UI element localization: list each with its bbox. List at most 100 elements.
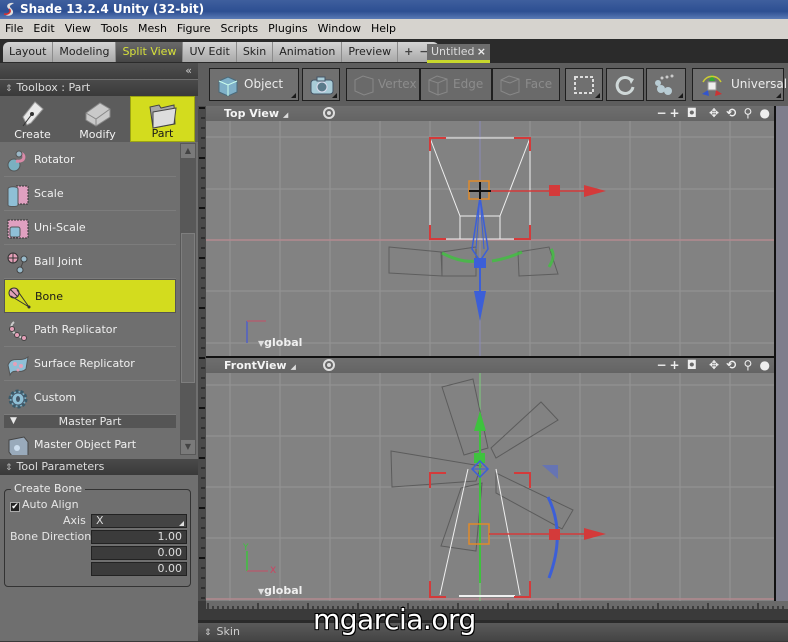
tab-uv-edit[interactable]: UV Edit bbox=[183, 42, 237, 62]
camera-button[interactable] bbox=[302, 68, 340, 101]
scroll-up-icon[interactable]: ▲ bbox=[181, 144, 195, 158]
tool-surface-replicator[interactable]: Surface Replicator bbox=[4, 347, 176, 381]
magnify-icon[interactable]: ⚲ bbox=[744, 106, 753, 121]
rotation-plane-marker bbox=[542, 465, 558, 479]
front-view-viewport[interactable]: FrontView ◢ − + ◘ ✥ ⟲ ⚲ ● Y X ▼global bbox=[206, 358, 776, 601]
collapse-panel-icon[interactable]: « bbox=[185, 64, 192, 77]
tab-split-view[interactable]: Split View bbox=[116, 42, 184, 62]
tab-layout[interactable]: Layout bbox=[3, 42, 54, 62]
menu-tools[interactable]: Tools bbox=[96, 19, 133, 39]
zoom-out-icon[interactable]: − bbox=[656, 358, 666, 373]
mode-create-button[interactable]: Create bbox=[0, 96, 65, 142]
y-rotation-arc bbox=[491, 250, 523, 263]
universal-manipulator-button[interactable]: Universal bbox=[692, 68, 787, 101]
joint-chain-button[interactable] bbox=[646, 68, 686, 101]
tool-master-object-part[interactable]: Master Object Part bbox=[4, 428, 176, 455]
tab-animation[interactable]: Animation bbox=[273, 42, 343, 62]
shading-sphere-icon[interactable]: ● bbox=[760, 358, 770, 373]
camera-icon[interactable]: ◘ bbox=[687, 358, 697, 373]
refresh-button[interactable] bbox=[606, 68, 644, 101]
vertex-mode-button[interactable]: Vertex bbox=[346, 68, 420, 101]
menu-file[interactable]: File bbox=[0, 19, 28, 39]
magnify-icon[interactable]: ⚲ bbox=[744, 358, 753, 373]
target-icon[interactable] bbox=[323, 359, 335, 371]
selection-box-button[interactable] bbox=[565, 68, 603, 101]
pan-icon[interactable]: ✥ bbox=[709, 106, 719, 121]
menu-figure[interactable]: Figure bbox=[172, 19, 216, 39]
zoom-in-icon[interactable]: + bbox=[670, 358, 680, 373]
auto-align-checkbox[interactable]: ✔ Auto Align bbox=[10, 498, 79, 512]
coordinate-system-selector[interactable]: ▼global bbox=[258, 584, 302, 597]
top-view-canvas[interactable] bbox=[206, 121, 776, 356]
toolbox-header[interactable]: ⇕ Toolbox : Part bbox=[0, 80, 198, 96]
mode-modify-button[interactable]: Modify bbox=[65, 96, 130, 142]
document-tab[interactable]: Untitled × bbox=[427, 44, 490, 63]
tool-bone[interactable]: Bone bbox=[4, 279, 176, 313]
orbit-icon[interactable]: ⟲ bbox=[726, 358, 736, 373]
left-panel: « ⇕ Toolbox : Part Create Modify Part Ro… bbox=[0, 63, 198, 641]
menu-mesh[interactable]: Mesh bbox=[133, 19, 172, 39]
scroll-thumb[interactable] bbox=[181, 233, 195, 383]
mode-part-label: Part bbox=[151, 127, 174, 140]
tool-scale-label: Scale bbox=[34, 187, 64, 200]
target-icon[interactable] bbox=[323, 107, 335, 119]
zoom-out-icon[interactable]: − bbox=[656, 106, 666, 121]
skin-panel-header[interactable]: ⇕ Skin bbox=[198, 620, 788, 641]
axis-select[interactable]: X bbox=[91, 514, 187, 528]
tool-bone-label: Bone bbox=[35, 290, 64, 303]
tool-rotator[interactable]: Rotator bbox=[4, 143, 176, 177]
orbit-icon[interactable]: ⟲ bbox=[726, 106, 736, 121]
face-mode-button[interactable]: Face bbox=[492, 68, 560, 101]
top-view-viewport[interactable]: Top View ◢ − + ◘ ✥ ⟲ ⚲ ● ▼global bbox=[206, 106, 776, 356]
create-bone-group: Create Bone ✔ Auto Align Axis X Bone Dire… bbox=[4, 482, 191, 587]
rotator-icon bbox=[7, 150, 26, 172]
vertical-ruler-ticks bbox=[199, 107, 205, 599]
bone-direction-x-field[interactable]: 1.00 bbox=[91, 530, 187, 544]
scroll-down-icon[interactable]: ▼ bbox=[181, 440, 195, 454]
tool-custom[interactable]: Custom bbox=[4, 381, 176, 415]
camera-icon[interactable]: ◘ bbox=[687, 106, 697, 121]
menu-help[interactable]: Help bbox=[366, 19, 401, 39]
menu-window[interactable]: Window bbox=[313, 19, 366, 39]
dropdown-caret-icon bbox=[179, 521, 184, 526]
add-layout-button[interactable]: + bbox=[398, 42, 419, 62]
mode-part-button[interactable]: Part bbox=[130, 96, 195, 142]
tool-ball-joint[interactable]: Ball Joint bbox=[4, 245, 176, 279]
tool-surface-replicator-label: Surface Replicator bbox=[34, 357, 135, 370]
front-view-canvas[interactable]: Y X bbox=[206, 373, 776, 601]
pan-icon[interactable]: ✥ bbox=[709, 358, 719, 373]
dropdown-corner-icon: ◢ bbox=[290, 363, 296, 371]
tab-skin[interactable]: Skin bbox=[237, 42, 274, 62]
section-master-part[interactable]: ▼ Master Part bbox=[4, 415, 176, 428]
menu-scripts[interactable]: Scripts bbox=[216, 19, 264, 39]
tab-modeling[interactable]: Modeling bbox=[53, 42, 117, 62]
close-icon[interactable]: × bbox=[477, 44, 486, 60]
top-view-tools: − + ◘ ✥ ⟲ ⚲ ● bbox=[653, 106, 770, 121]
edge-mode-button[interactable]: Edge bbox=[420, 68, 492, 101]
face-mode-label: Face bbox=[525, 77, 553, 91]
bone-direction-y-field[interactable]: 0.00 bbox=[91, 546, 187, 560]
mode-modify-label: Modify bbox=[79, 128, 116, 141]
skin-panel-label: Skin bbox=[216, 625, 240, 638]
coordinate-system-selector[interactable]: ▼global bbox=[258, 336, 302, 349]
axis-label: Axis bbox=[63, 514, 86, 527]
grid bbox=[206, 373, 776, 601]
object-mode-button[interactable]: Object bbox=[209, 68, 299, 101]
tool-parameters-header[interactable]: ⇕ Tool Parameters bbox=[0, 459, 198, 475]
shading-sphere-icon[interactable]: ● bbox=[760, 106, 770, 121]
bone-direction-z-field[interactable]: 0.00 bbox=[91, 562, 187, 576]
tool-uni-scale[interactable]: Uni-Scale bbox=[4, 211, 176, 245]
tab-preview[interactable]: Preview bbox=[342, 42, 399, 62]
y-axis-arrowhead bbox=[474, 411, 486, 431]
tool-scale[interactable]: Scale bbox=[4, 177, 176, 211]
shade-logo-icon bbox=[3, 2, 14, 16]
menu-plugins[interactable]: Plugins bbox=[263, 19, 312, 39]
zoom-in-icon[interactable]: + bbox=[670, 106, 680, 121]
menu-edit[interactable]: Edit bbox=[28, 19, 59, 39]
object-mode-label: Object bbox=[244, 77, 284, 91]
front-view-title-text: FrontView bbox=[224, 359, 287, 372]
tool-path-replicator[interactable]: Path Replicator bbox=[4, 313, 176, 347]
tool-list-scrollbar[interactable]: ▲ ▼ bbox=[180, 143, 196, 455]
side-view-strip[interactable] bbox=[774, 106, 788, 601]
menu-view[interactable]: View bbox=[60, 19, 96, 39]
